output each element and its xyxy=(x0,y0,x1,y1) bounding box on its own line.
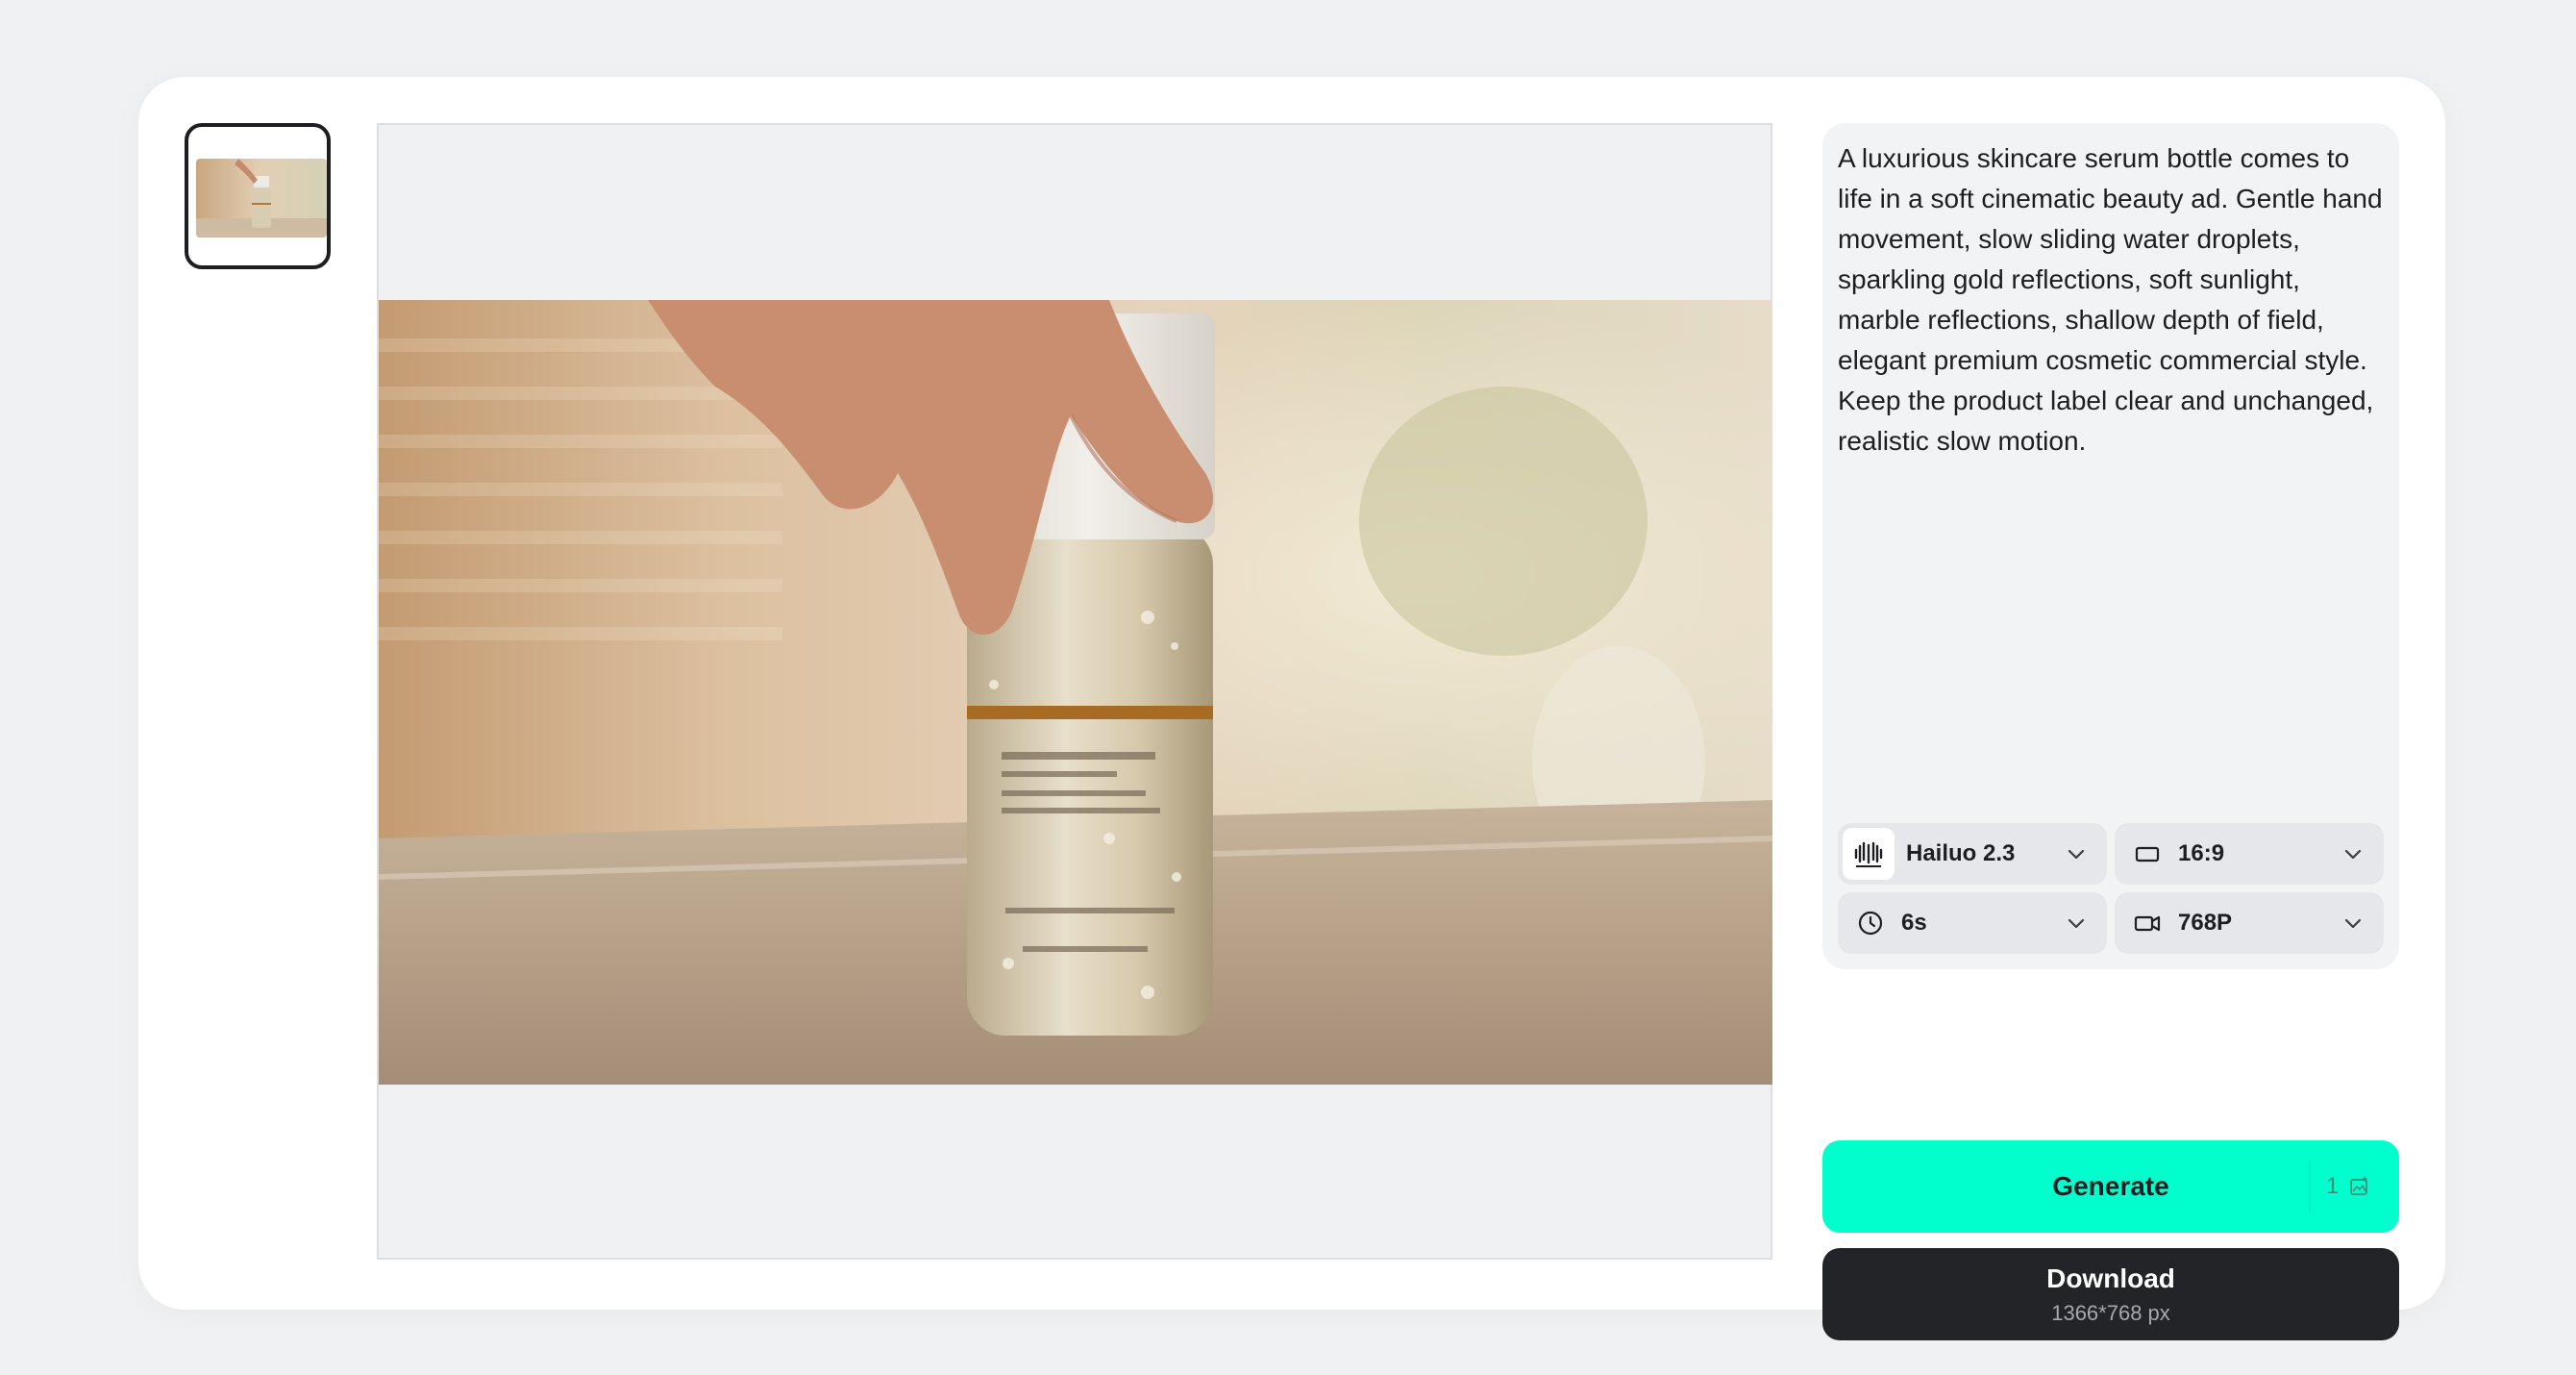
settings-panel: A luxurious skincare serum bottle comes … xyxy=(1822,123,2399,1340)
download-label: Download xyxy=(2046,1263,2175,1293)
resolution-select[interactable]: 768P xyxy=(2115,892,2384,954)
chevron-down-icon xyxy=(2063,840,2090,867)
duration-select[interactable]: 6s xyxy=(1838,892,2107,954)
rectangle-icon xyxy=(2132,838,2163,869)
aspect-ratio-label: 16:9 xyxy=(2178,840,2225,866)
model-label: Hailuo 2.3 xyxy=(1906,840,2016,866)
thumbnail-selected[interactable] xyxy=(185,123,331,269)
download-button[interactable]: Download 1366*768 px xyxy=(1822,1248,2399,1340)
prompt-text[interactable]: A luxurious skincare serum bottle comes … xyxy=(1838,138,2388,462)
video-preview-area xyxy=(377,123,1772,1260)
resolution-label: 768P xyxy=(2178,910,2233,936)
download-size: 1366*768 px xyxy=(2051,1301,2170,1325)
generate-button[interactable]: Generate 1 xyxy=(1822,1140,2399,1233)
generation-card: A luxurious skincare serum bottle comes … xyxy=(138,77,2445,1340)
chevron-down-icon xyxy=(2063,910,2090,937)
prompt-box[interactable]: A luxurious skincare serum bottle comes … xyxy=(1822,123,2399,969)
video-camera-icon xyxy=(2132,908,2163,938)
clock-icon xyxy=(1855,908,1886,938)
video-preview-image xyxy=(379,300,1772,1085)
generate-divider xyxy=(2309,1162,2311,1212)
credit-cost: 1 xyxy=(2326,1169,2371,1204)
minimax-logo-icon xyxy=(1843,828,1895,880)
chevron-down-icon xyxy=(2340,910,2366,937)
credit-image-icon xyxy=(2350,1176,2368,1195)
model-select[interactable]: Hailuo 2.3 xyxy=(1838,823,2107,885)
chevron-down-icon xyxy=(2340,840,2366,867)
generate-label: Generate xyxy=(2052,1171,2169,1201)
credit-count: 1 xyxy=(2326,1173,2340,1199)
thumbnail-image xyxy=(196,159,327,238)
aspect-ratio-select[interactable]: 16:9 xyxy=(2115,823,2384,885)
duration-label: 6s xyxy=(1901,910,1927,936)
